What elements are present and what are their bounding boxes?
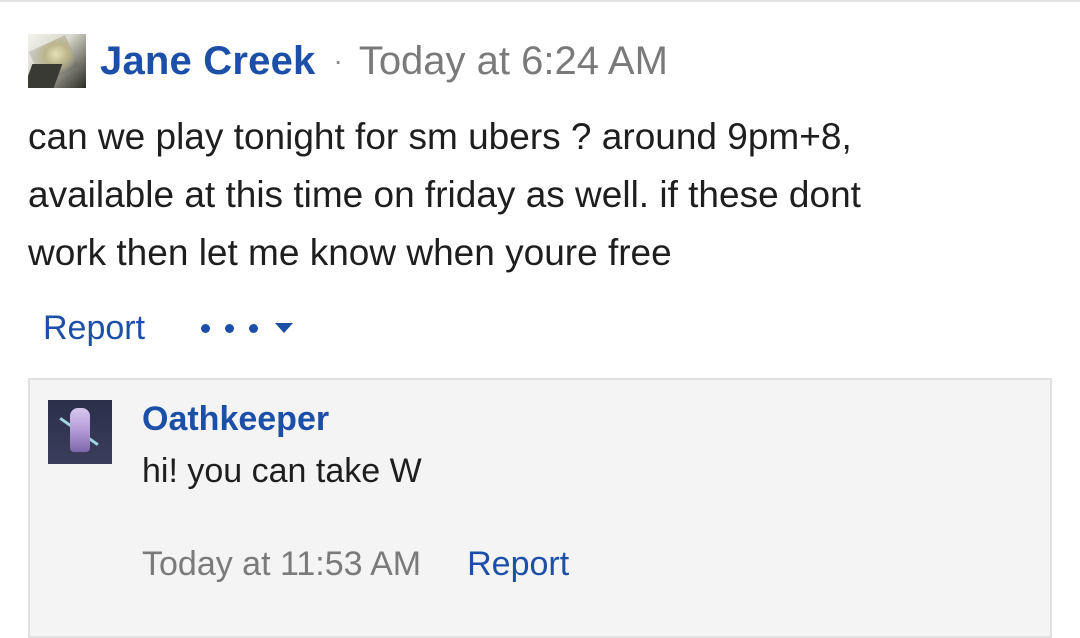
post-author-link[interactable]: Jane Creek [100,39,315,84]
avatar[interactable] [28,34,86,88]
ellipsis-dropdown-icon[interactable] [201,323,294,333]
top-divider [0,0,1080,2]
post-body: can we play tonight for sm ubers ? aroun… [28,108,1048,282]
separator-dot: · [333,45,343,76]
dot-icon [225,323,235,333]
post-body-line: available at this time on friday as well… [28,174,861,215]
reply-report-button[interactable]: Report [467,545,569,584]
post-actions: Report [43,306,294,350]
post-body-line: work then let me know when youre free [28,232,672,273]
post-body-line: can we play tonight for sm ubers ? aroun… [28,116,852,157]
reply-comment: Oathkeeper hi! you can take W Today at 1… [28,378,1052,638]
dot-icon [201,323,211,333]
dot-icon [249,323,259,333]
avatar-character [70,408,90,452]
reply-text: hi! you can take W [142,452,422,490]
post-header: Jane Creek · Today at 6:24 AM [28,34,668,88]
reply-footer: Today at 11:53 AM Report [142,542,569,586]
chevron-down-icon [275,323,294,333]
reply-timestamp[interactable]: Today at 11:53 AM [142,545,421,584]
avatar-shadow [28,64,63,88]
post-timestamp[interactable]: Today at 6:24 AM [359,39,668,84]
report-button[interactable]: Report [43,309,145,348]
reply-avatar[interactable] [48,400,112,464]
reply-author-link[interactable]: Oathkeeper [142,400,329,439]
